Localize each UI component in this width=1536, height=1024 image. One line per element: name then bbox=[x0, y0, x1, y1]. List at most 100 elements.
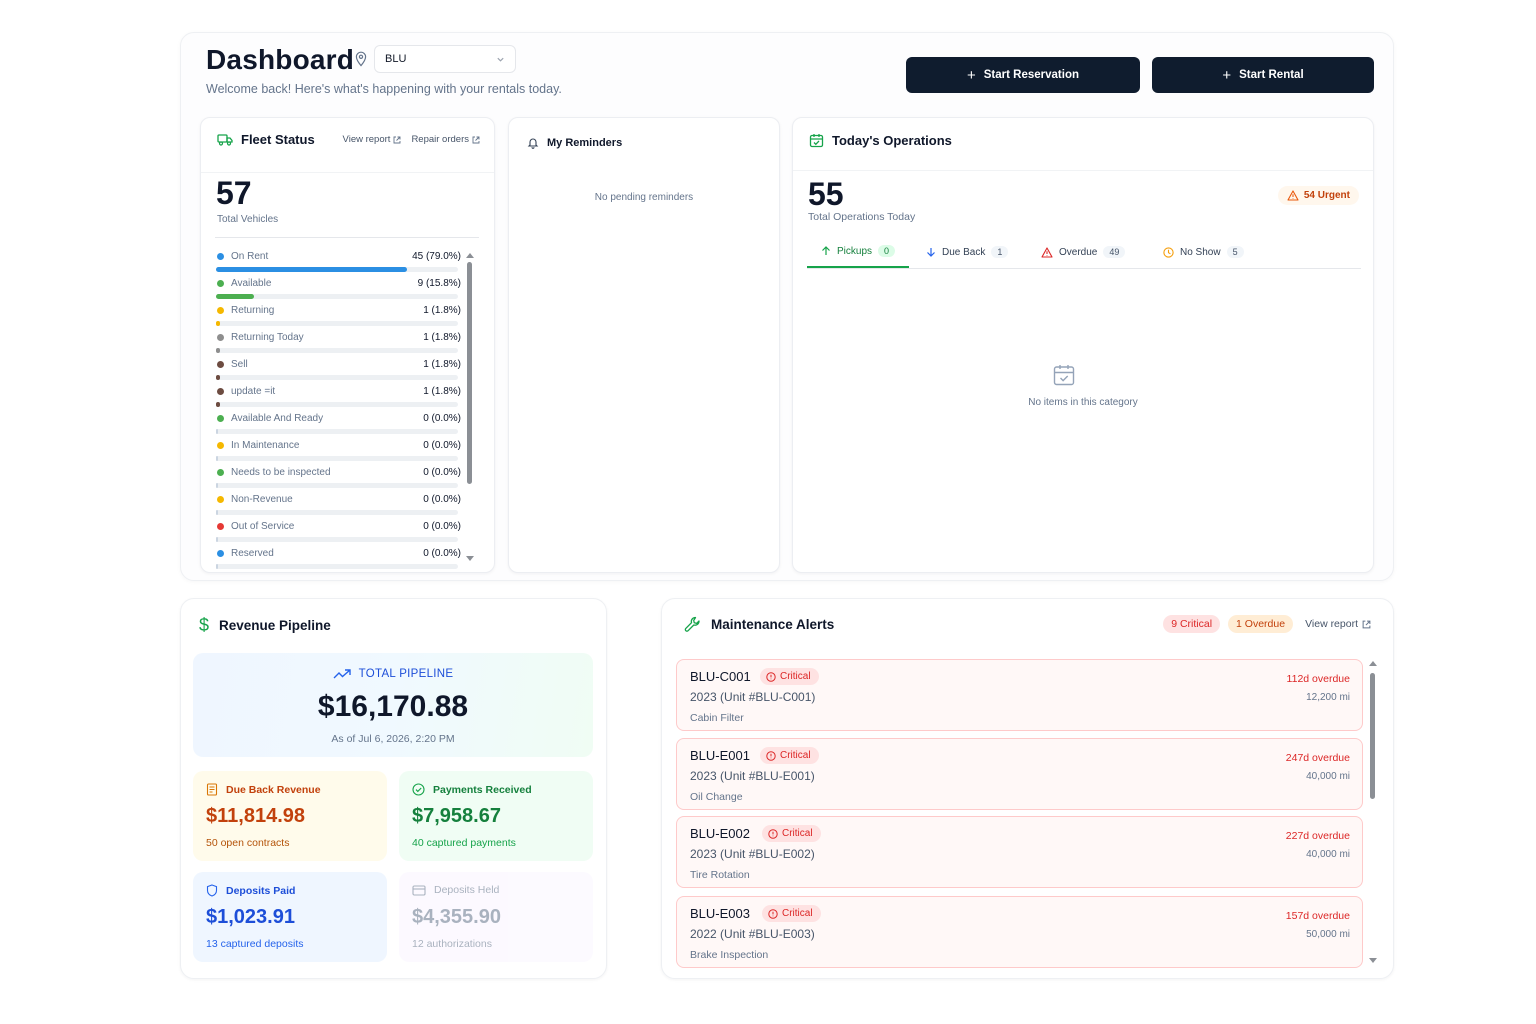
fleet-status-bar-fill bbox=[216, 267, 408, 272]
due-back-revenue-sub: 50 open contracts bbox=[206, 837, 290, 849]
scroll-up-arrow-icon[interactable] bbox=[1369, 661, 1377, 666]
fleet-status-value: 45 (79.0%) bbox=[412, 251, 461, 262]
deposits-held-sub: 12 authorizations bbox=[412, 938, 492, 950]
critical-badge: Critical bbox=[760, 668, 819, 685]
fleet-status-value: 0 (0.0%) bbox=[423, 467, 461, 478]
alert-vehicle-desc: 2023 (Unit #BLU-E002) bbox=[690, 847, 815, 861]
fleet-status-row: Sell 1 (1.8%) bbox=[215, 358, 461, 385]
deposits-held-header: Deposits Held bbox=[412, 884, 499, 896]
plus-icon: + bbox=[1222, 66, 1232, 84]
deposits-paid-amount: $1,023.91 bbox=[206, 906, 295, 928]
fleet-status-bar bbox=[216, 402, 458, 407]
fleet-status-bar-fill bbox=[216, 294, 255, 299]
deposits-paid-tile[interactable]: Deposits Paid $1,023.91 13 captured depo… bbox=[193, 872, 387, 962]
fleet-status-bar bbox=[216, 429, 458, 434]
due-back-revenue-header: Due Back Revenue bbox=[206, 783, 321, 796]
start-reservation-button[interactable]: + Start Reservation bbox=[906, 57, 1140, 93]
fleet-status-bar-fill bbox=[216, 321, 221, 326]
payments-received-tile[interactable]: Payments Received $7,958.67 40 captured … bbox=[399, 771, 593, 861]
maintenance-scrollbar[interactable] bbox=[1368, 661, 1378, 963]
fleet-status-name: Available bbox=[231, 278, 272, 289]
operations-tabs: Pickups 0 Due Back 1 Overdue 49 No Show … bbox=[807, 236, 1361, 269]
calendar-check-icon bbox=[1053, 365, 1075, 386]
as-of-timestamp: As of Jul 6, 2026, 2:20 PM bbox=[331, 733, 455, 745]
alert-vehicle-desc: 2022 (Unit #BLU-E003) bbox=[690, 927, 815, 941]
scrollbar-thumb[interactable] bbox=[1370, 673, 1375, 799]
fleet-status-bar-fill bbox=[216, 564, 218, 569]
status-dot bbox=[217, 415, 224, 422]
page-title: Dashboard bbox=[206, 44, 355, 75]
plus-icon: + bbox=[967, 66, 976, 84]
scrollbar-thumb[interactable] bbox=[467, 262, 472, 484]
deposits-held-tile[interactable]: Deposits Held $4,355.90 12 authorization… bbox=[399, 872, 593, 962]
tab-due-back[interactable]: Due Back 1 bbox=[926, 236, 1009, 268]
critical-badge: Critical bbox=[762, 905, 821, 922]
fleet-status-bar-fill bbox=[216, 537, 218, 542]
revenue-title: Revenue Pipeline bbox=[219, 618, 331, 633]
maintenance-alert-item[interactable]: BLU-E003 Critical 2022 (Unit #BLU-E003) Bra… bbox=[676, 896, 1363, 968]
start-rental-button[interactable]: + Start Rental bbox=[1152, 57, 1374, 93]
payments-received-amount: $7,958.67 bbox=[412, 805, 501, 827]
fleet-status-row: Reserved 0 (0.0%) bbox=[215, 547, 461, 574]
deposits-paid-label: Deposits Paid bbox=[226, 884, 296, 897]
alert-overdue-days: 157d overdue bbox=[1285, 910, 1350, 922]
fleet-status-name: On Rent bbox=[231, 251, 269, 262]
view-report-link[interactable]: View report bbox=[343, 134, 402, 145]
deposits-paid-header: Deposits Paid bbox=[206, 884, 295, 897]
scroll-down-arrow-icon[interactable] bbox=[466, 556, 474, 561]
fleet-status-name: Reserved bbox=[231, 548, 274, 559]
maintenance-view-report-link[interactable]: View report bbox=[1305, 618, 1371, 630]
tab-overdue[interactable]: Overdue 49 bbox=[1041, 236, 1126, 268]
maintenance-header: Maintenance Alerts bbox=[684, 616, 834, 633]
tab-due-back-label: Due Back bbox=[942, 246, 986, 258]
tab-due-back-count: 1 bbox=[991, 246, 1009, 258]
alert-circle-icon bbox=[768, 828, 778, 839]
fleet-scrollbar[interactable] bbox=[466, 253, 474, 561]
alert-unit-id: BLU-E002 bbox=[690, 826, 750, 841]
status-dot bbox=[217, 469, 224, 476]
critical-count-badge: 9 Critical bbox=[1163, 615, 1221, 633]
operations-card: Today's Operations 55 Total Operations T… bbox=[792, 117, 1374, 573]
total-operations-label: Total Operations Today bbox=[808, 211, 916, 223]
location-select-value: BLU bbox=[385, 53, 407, 65]
maintenance-alert-item[interactable]: BLU-E001 Critical 2023 (Unit #BLU-E001) Oil… bbox=[676, 738, 1363, 810]
repair-orders-link[interactable]: Repair orders bbox=[411, 134, 480, 145]
maintenance-alert-item[interactable]: BLU-C001 Critical 2023 (Unit #BLU-C001) Cab… bbox=[676, 659, 1363, 731]
fleet-status-bar bbox=[216, 537, 458, 542]
urgent-badge: 54 Urgent bbox=[1277, 186, 1359, 205]
check-circle-icon bbox=[412, 783, 425, 796]
urgent-badge-label: 54 Urgent bbox=[1303, 190, 1350, 201]
location-select[interactable]: BLU bbox=[374, 45, 516, 73]
status-dot bbox=[217, 280, 224, 287]
overdue-count-badge: 1 Overdue bbox=[1228, 615, 1294, 633]
revenue-pipeline-card: $ Revenue Pipeline TOTAL PIPELINE $16,17… bbox=[180, 598, 607, 979]
operations-header: Today's Operations bbox=[809, 133, 952, 148]
tab-overdue-label: Overdue bbox=[1059, 246, 1098, 258]
tab-no-show-count: 5 bbox=[1226, 246, 1244, 258]
reminders-title: My Reminders bbox=[547, 137, 623, 149]
payments-received-sub: 40 captured payments bbox=[412, 837, 516, 849]
deposits-held-label: Deposits Held bbox=[434, 884, 500, 896]
maintenance-alert-item[interactable]: BLU-E002 Critical 2023 (Unit #BLU-E002) Tir… bbox=[676, 816, 1363, 888]
alert-mileage: 40,000 mi bbox=[1306, 849, 1350, 860]
fleet-status-row: On Rent 45 (79.0%) bbox=[215, 250, 461, 277]
reminders-empty-text: No pending reminders bbox=[594, 192, 694, 203]
scroll-down-arrow-icon[interactable] bbox=[1369, 958, 1377, 963]
alert-unit-id: BLU-E003 bbox=[690, 906, 750, 921]
fleet-status-name: Returning Today bbox=[231, 332, 304, 343]
status-dot bbox=[217, 523, 224, 530]
tab-pickups[interactable]: Pickups 0 bbox=[807, 236, 910, 268]
alert-mileage: 50,000 mi bbox=[1306, 929, 1350, 940]
tab-no-show[interactable]: No Show 5 bbox=[1163, 236, 1244, 268]
operations-empty-text: No items in this category bbox=[1028, 397, 1138, 408]
fleet-status-bar bbox=[216, 456, 458, 461]
fleet-status-bar-fill bbox=[216, 510, 218, 515]
total-vehicles-label: Total Vehicles bbox=[217, 214, 279, 225]
due-back-revenue-tile[interactable]: Due Back Revenue $11,814.98 50 open cont… bbox=[193, 771, 387, 861]
scroll-up-arrow-icon[interactable] bbox=[466, 253, 474, 258]
welcome-text: Welcome back! Here's what's happening wi… bbox=[206, 82, 562, 96]
fleet-status-value: 0 (0.0%) bbox=[423, 521, 461, 532]
warning-triangle-icon bbox=[1287, 190, 1299, 201]
critical-badge-label: Critical bbox=[782, 908, 813, 919]
external-link-icon bbox=[1362, 620, 1371, 628]
